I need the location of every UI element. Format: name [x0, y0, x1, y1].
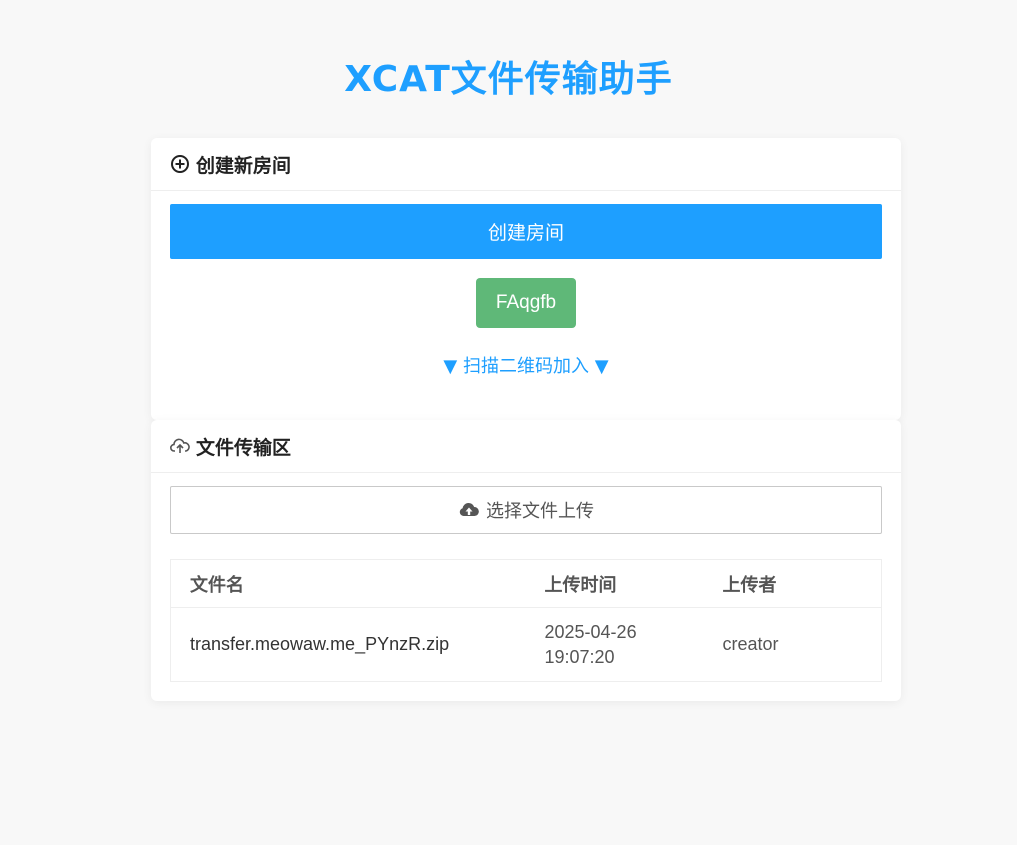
column-header-uploader: 上传者 [703, 559, 882, 608]
file-transfer-card: 文件传输区 选择文件上传 文件名 上传时间 上传者 transfer.meowa… [151, 420, 901, 701]
file-table: 文件名 上传时间 上传者 transfer.meowaw.me_PYnzR.zi… [170, 559, 882, 682]
uploader-name: creator [722, 634, 779, 654]
upload-file-label: 选择文件上传 [486, 501, 594, 522]
upload-date: 2025-04-26 [544, 621, 637, 642]
qr-code-toggle[interactable]: ▼ 扫描二维码加入 ▼ [151, 354, 901, 380]
column-header-filename: 文件名 [170, 559, 526, 608]
upload-clock: 19:07:20 [544, 646, 615, 667]
file-transfer-header: 文件传输区 [151, 420, 901, 473]
create-room-button[interactable]: 创建房间 [170, 204, 882, 259]
create-room-card: 创建新房间 创建房间 FAqgfb ▼ 扫描二维码加入 ▼ [151, 138, 901, 420]
plus-circle-icon [170, 154, 190, 174]
table-row: transfer.meowaw.me_PYnzR.zip 2025-04-26 1… [171, 608, 882, 682]
table-header-row: 文件名 上传时间 上传者 [170, 559, 882, 608]
create-room-header: 创建新房间 [151, 138, 901, 191]
file-name-link[interactable]: transfer.meowaw.me_PYnzR.zip [171, 608, 526, 682]
cloud-upload-outline-icon [170, 436, 190, 456]
cloud-upload-icon [458, 499, 480, 521]
create-room-title: 创建新房间 [196, 154, 292, 177]
upload-file-button[interactable]: 选择文件上传 [170, 486, 882, 534]
room-code-badge: FAqgfb [476, 278, 576, 328]
file-transfer-title: 文件传输区 [196, 436, 292, 459]
column-header-upload-time: 上传时间 [525, 559, 704, 608]
upload-time: 2025-04-26 19:07:20 [526, 608, 704, 682]
page-title: XCAT文件传输助手 [344, 59, 673, 100]
